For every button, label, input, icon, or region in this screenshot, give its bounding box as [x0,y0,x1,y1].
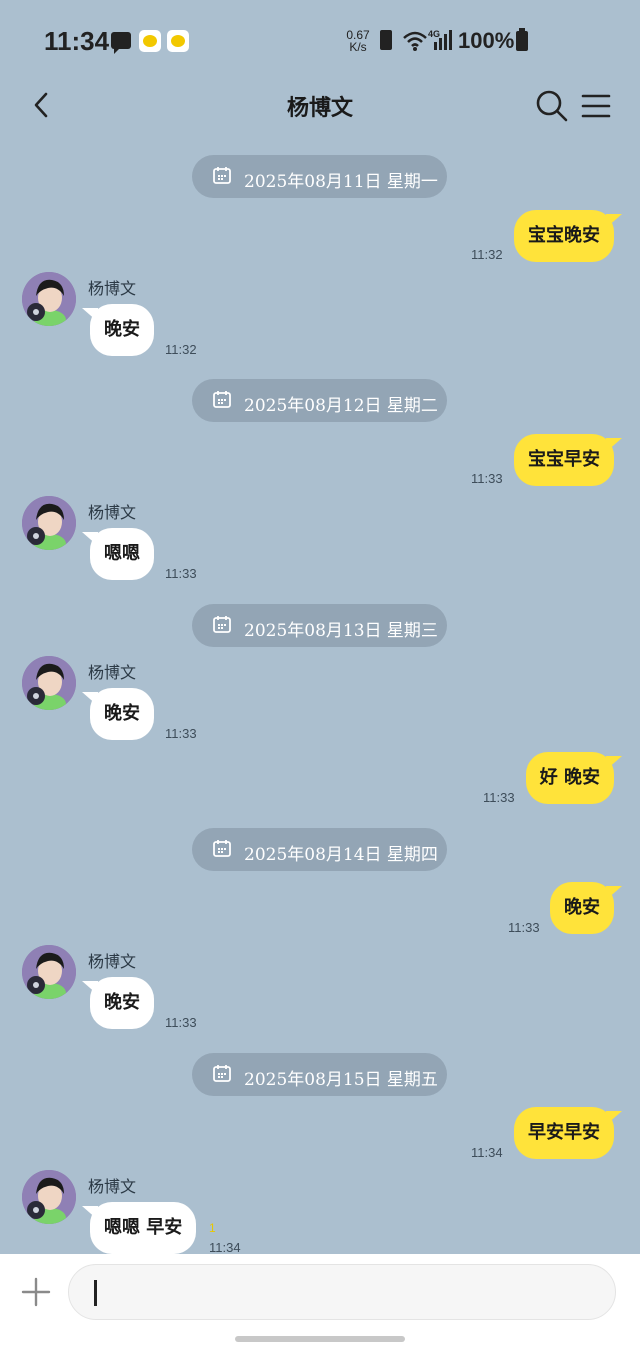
search-icon [536,90,568,122]
date-text: 2025年08月11日 星期一 [244,172,438,192]
message-bubble-incoming[interactable]: 晚安 [82,688,154,740]
message-list[interactable]: 2025年08月11日 星期一 宝宝晚安 11:32 杨博文 晚安 11:32 … [0,134,640,1254]
message-time: 11:33 [471,471,503,486]
avatar[interactable] [22,1170,76,1224]
avatar-image [22,656,76,710]
date-divider: 2025年08月12日 星期二 [192,379,447,422]
message-input-container[interactable] [68,1264,616,1320]
calendar-icon [213,616,231,633]
input-bar [0,1254,640,1351]
plus-icon [21,1277,51,1307]
date-text: 2025年08月13日 星期三 [244,621,438,641]
net-speed-unit: K/s [349,40,367,54]
calendar-icon [213,391,231,408]
message-bubble-outgoing[interactable]: 宝宝早安 [514,434,622,486]
date-divider: 2025年08月15日 星期五 [192,1053,447,1096]
sender-name: 杨博文 [88,1177,137,1196]
message-bubble-incoming[interactable]: 嗯嗯 [82,528,154,580]
message-time: 11:33 [483,790,515,805]
sender-name: 杨博文 [88,503,137,522]
message-bubble-incoming[interactable]: 晚安 [82,304,154,356]
menu-icon [581,94,611,118]
avatar-image [22,1170,76,1224]
message-time: 11:34 [209,1240,241,1254]
menu-button[interactable] [580,90,612,122]
wifi-icon [403,31,427,51]
message-time: 11:32 [165,342,197,357]
battery-icon [516,28,528,51]
date-text: 2025年08月15日 星期五 [244,1070,438,1090]
message-bubble-outgoing[interactable]: 宝宝晚安 [514,210,622,262]
avatar-image [22,945,76,999]
message-time: 11:32 [471,247,503,262]
date-divider: 2025年08月11日 星期一 [192,155,447,198]
calendar-icon [213,167,231,184]
text-caret [94,1280,97,1306]
app-notification-icon [167,30,189,52]
status-bar: 11:34 0.67 K/s 4G 100% [0,0,640,80]
avatar[interactable] [22,496,76,550]
message-time: 11:33 [165,566,197,581]
sender-name: 杨博文 [88,279,137,298]
unread-count: 1 [209,1221,216,1235]
attach-button[interactable] [20,1276,52,1308]
network-type: 4G [428,29,440,39]
message-bubble-incoming[interactable]: 晚安 [82,977,154,1029]
sender-name: 杨博文 [88,952,137,971]
avatar[interactable] [22,656,76,710]
signal-icon: 4G [428,29,452,50]
calendar-icon [213,1065,231,1082]
status-time: 11:34 [44,26,110,56]
avatar-image [22,496,76,550]
message-bubble-incoming[interactable]: 嗯嗯 早安 [81,1202,197,1254]
net-speed: 0.67 K/s [344,29,372,53]
home-indicator[interactable] [235,1336,405,1342]
date-text: 2025年08月14日 星期四 [244,845,438,865]
date-divider: 2025年08月13日 星期三 [192,604,447,647]
message-time: 11:33 [165,1015,197,1030]
avatar[interactable] [22,945,76,999]
date-divider: 2025年08月14日 星期四 [192,828,447,871]
app-notification-icon [139,30,161,52]
calendar-icon [213,840,231,857]
message-time: 11:34 [471,1145,503,1160]
message-bubble-outgoing[interactable]: 好 晚安 [525,752,623,804]
message-time: 11:33 [508,920,540,935]
chat-header: 杨博文 [0,80,640,134]
message-bubble-outgoing[interactable]: 早安早安 [514,1107,622,1159]
message-time: 11:33 [165,726,197,741]
message-bubble-outgoing[interactable]: 晚安 [550,882,622,934]
search-button[interactable] [534,88,570,124]
battery-percent: 100% [458,28,515,53]
message-input[interactable] [101,1273,565,1313]
avatar[interactable] [22,272,76,326]
date-text: 2025年08月12日 星期二 [244,396,438,416]
battery-saver-icon [380,30,392,50]
message-icon [111,32,131,54]
sender-name: 杨博文 [88,663,137,682]
avatar-image [22,272,76,326]
